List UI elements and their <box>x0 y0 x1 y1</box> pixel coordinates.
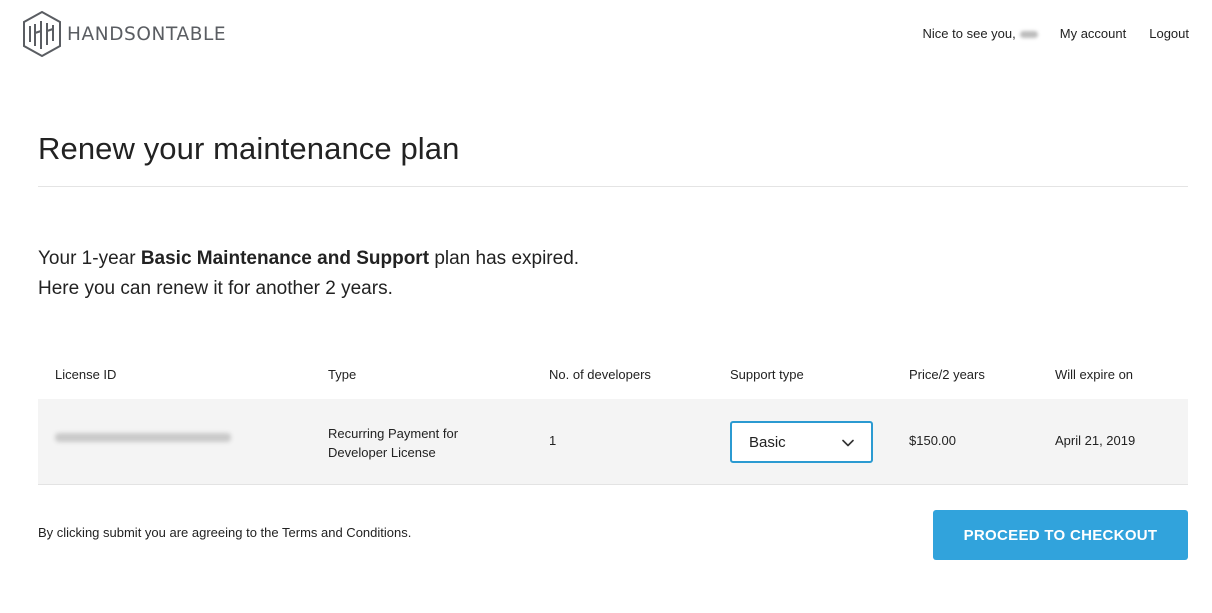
support-type-value: Basic <box>749 434 786 451</box>
license-type: Recurring Payment for Developer License <box>328 424 488 462</box>
expiry-date: April 21, 2019 <box>1055 433 1136 448</box>
header-support-type: Support type <box>730 367 804 382</box>
header-expire: Will expire on <box>1055 367 1134 382</box>
plan-status-prefix: Your 1-year <box>38 248 141 269</box>
title-divider <box>38 186 1188 187</box>
greeting-text: Nice to see you, <box>922 26 1016 41</box>
header-type: Type <box>328 367 357 382</box>
greeting: Nice to see you, <box>923 26 1038 41</box>
chevron-down-icon <box>842 439 854 447</box>
license-type-line-2: Developer License <box>328 445 436 460</box>
price: $150.00 <box>909 433 956 448</box>
user-name-redacted <box>1019 31 1038 38</box>
support-type-select[interactable]: Basic <box>730 421 873 463</box>
logout-link[interactable]: Logout <box>1149 26 1189 41</box>
header-license-id: License ID <box>55 367 117 382</box>
plan-status-message: Your 1-year Basic Maintenance and Suppor… <box>38 244 579 304</box>
license-id-redacted <box>55 433 231 442</box>
header-developers: No. of developers <box>549 367 651 382</box>
table-header: License ID Type No. of developers Suppor… <box>38 355 1188 399</box>
my-account-link[interactable]: My account <box>1060 26 1126 41</box>
header: HANDSONTABLE Nice to see you, My account… <box>0 0 1212 70</box>
page-title: Renew your maintenance plan <box>38 131 460 166</box>
table-row: Recurring Payment for Developer License … <box>38 399 1188 485</box>
header-price: Price/2 years <box>909 367 985 382</box>
plan-status-line-1: Your 1-year Basic Maintenance and Suppor… <box>38 244 579 274</box>
license-table: License ID Type No. of developers Suppor… <box>38 355 1188 485</box>
plan-status-line-2: Here you can renew it for another 2 year… <box>38 278 393 299</box>
plan-status-suffix: plan has expired. <box>429 248 580 269</box>
top-navigation: Nice to see you, My account Logout <box>923 26 1189 41</box>
brand-logo[interactable]: HANDSONTABLE <box>22 11 226 57</box>
brand-name: HANDSONTABLE <box>67 23 227 45</box>
proceed-to-checkout-button[interactable]: PROCEED TO CHECKOUT <box>933 510 1188 560</box>
terms-notice: By clicking submit you are agreeing to t… <box>38 525 412 540</box>
handsontable-logo-icon <box>23 11 61 57</box>
developer-count: 1 <box>549 433 557 448</box>
license-type-line-1: Recurring Payment for <box>328 426 459 441</box>
plan-name: Basic Maintenance and Support <box>140 248 430 269</box>
